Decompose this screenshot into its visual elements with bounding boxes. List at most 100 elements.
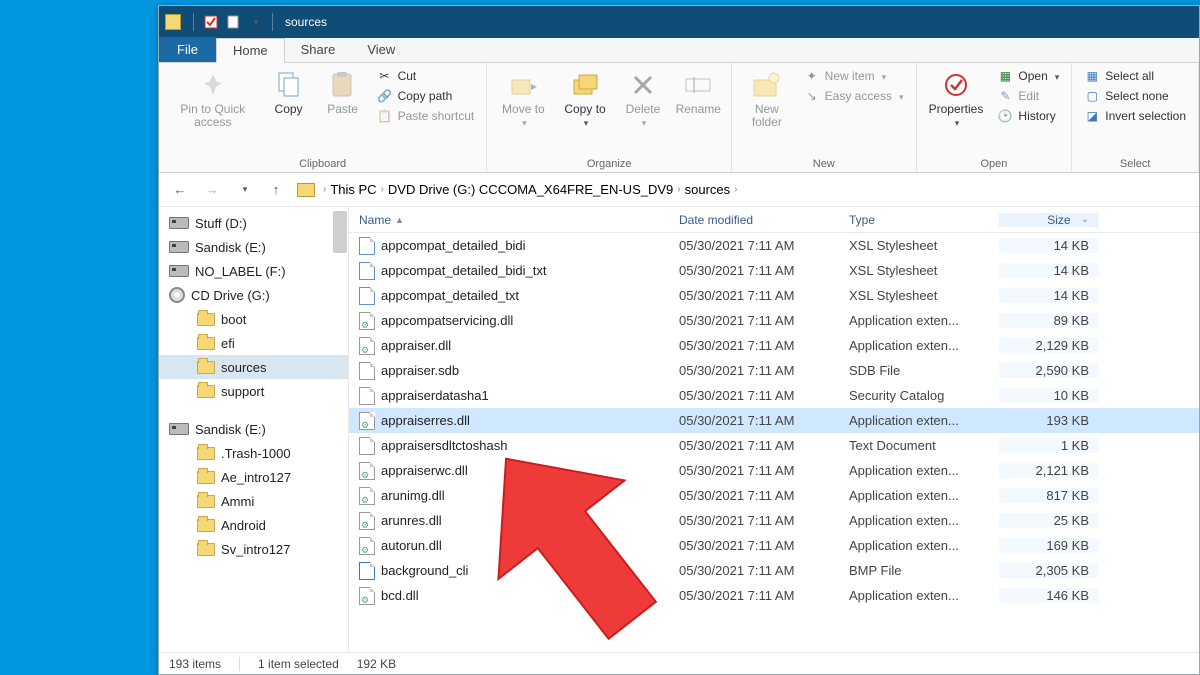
select-none-icon: ▢	[1084, 88, 1100, 104]
file-size: 169 KB	[999, 538, 1099, 553]
nav-item[interactable]: support	[159, 379, 348, 403]
tab-file[interactable]: File	[159, 37, 216, 62]
status-selection-count: 1 item selected	[258, 657, 339, 671]
file-row[interactable]: arunres.dll05/30/2021 7:11 AMApplication…	[349, 508, 1199, 533]
file-icon	[359, 437, 375, 455]
paste-shortcut-button[interactable]: 📋Paste shortcut	[373, 107, 479, 125]
recent-locations-button[interactable]	[233, 179, 255, 201]
up-button[interactable]: ↑	[265, 179, 287, 201]
move-to-button[interactable]: Move to	[495, 67, 551, 131]
col-type[interactable]: Type	[839, 213, 999, 227]
ribbon: Pin to Quick access Copy Paste ✂Cut 🔗Cop…	[159, 63, 1199, 173]
copy-to-button[interactable]: Copy to	[558, 67, 613, 131]
invert-selection-button[interactable]: ◪Invert selection	[1080, 107, 1190, 125]
nav-item[interactable]: NO_LABEL (F:)	[159, 259, 348, 283]
tab-home[interactable]: Home	[216, 38, 285, 63]
easy-access-button[interactable]: ↘Easy access	[800, 87, 908, 105]
file-row[interactable]: appcompat_detailed_bidi_txt05/30/2021 7:…	[349, 258, 1199, 283]
nav-item[interactable]: boot	[159, 307, 348, 331]
select-none-button[interactable]: ▢Select none	[1080, 87, 1190, 105]
qat-checkbox-icon[interactable]	[202, 13, 220, 31]
file-row[interactable]: appraiser.sdb05/30/2021 7:11 AMSDB File2…	[349, 358, 1199, 383]
crumb-root[interactable]: This PC	[330, 182, 376, 197]
back-button[interactable]: ←	[169, 179, 191, 201]
forward-button[interactable]: →	[201, 179, 223, 201]
file-size: 89 KB	[999, 313, 1099, 328]
file-row[interactable]: appraiserres.dll05/30/2021 7:11 AMApplic…	[349, 408, 1199, 433]
col-name[interactable]: Name▲	[349, 213, 669, 227]
title-bar[interactable]: sources	[159, 6, 1199, 38]
file-date: 05/30/2021 7:11 AM	[669, 463, 839, 478]
edit-button[interactable]: ✎Edit	[993, 87, 1063, 105]
new-folder-button[interactable]: New folder	[740, 67, 794, 131]
file-row[interactable]: appcompat_detailed_txt05/30/2021 7:11 AM…	[349, 283, 1199, 308]
file-type: Application exten...	[839, 463, 999, 478]
chevron-down-icon: ⌄	[1081, 214, 1089, 225]
delete-icon	[627, 69, 659, 101]
nav-item[interactable]: Sv_intro127	[159, 537, 348, 561]
qat-page-icon[interactable]	[224, 13, 242, 31]
nav-item[interactable]: .Trash-1000	[159, 441, 348, 465]
file-name: background_cli	[381, 563, 468, 578]
crumb-drive[interactable]: DVD Drive (G:) CCCOMA_X64FRE_EN-US_DV9	[388, 182, 673, 197]
folder-icon	[197, 385, 215, 398]
folder-icon	[197, 313, 215, 326]
new-item-button[interactable]: ✦New item	[800, 67, 908, 85]
file-type: Security Catalog	[839, 388, 999, 403]
properties-icon	[940, 69, 972, 101]
nav-item[interactable]: sources	[159, 355, 348, 379]
nav-item[interactable]: Ae_intro127	[159, 465, 348, 489]
paste-button[interactable]: Paste	[319, 67, 367, 118]
select-all-button[interactable]: ▦Select all	[1080, 67, 1190, 85]
file-row[interactable]: arunimg.dll05/30/2021 7:11 AMApplication…	[349, 483, 1199, 508]
scrollbar-thumb[interactable]	[333, 211, 347, 253]
tab-share[interactable]: Share	[285, 37, 352, 62]
file-name: bcd.dll	[381, 588, 419, 603]
nav-item[interactable]: Android	[159, 513, 348, 537]
file-size: 2,121 KB	[999, 463, 1099, 478]
sort-indicator-icon: ▲	[395, 215, 404, 225]
status-item-count: 193 items	[169, 657, 221, 671]
qat-dropdown-icon[interactable]	[246, 13, 264, 31]
nav-item-label: efi	[221, 336, 235, 351]
address-bar: ← → ↑ › This PC› DVD Drive (G:) CCCOMA_X…	[159, 173, 1199, 207]
nav-item[interactable]: efi	[159, 331, 348, 355]
group-new: New folder ✦New item ↘Easy access New	[732, 63, 917, 172]
open-button[interactable]: ▦Open	[993, 67, 1063, 85]
nav-item[interactable]: Sandisk (E:)	[159, 235, 348, 259]
new-folder-icon	[751, 69, 783, 101]
nav-item[interactable]: Sandisk (E:)	[159, 417, 348, 441]
nav-item[interactable]: Ammi	[159, 489, 348, 513]
file-row[interactable]: autorun.dll05/30/2021 7:11 AMApplication…	[349, 533, 1199, 558]
copy-button[interactable]: Copy	[265, 67, 313, 118]
file-row[interactable]: background_cli05/30/2021 7:11 AMBMP File…	[349, 558, 1199, 583]
copy-path-button[interactable]: 🔗Copy path	[373, 87, 479, 105]
pin-to-quick-access-button[interactable]: Pin to Quick access	[167, 67, 259, 131]
tab-view[interactable]: View	[351, 37, 411, 62]
nav-item[interactable]: Stuff (D:)	[159, 211, 348, 235]
file-row[interactable]: appraisersdltctoshash05/30/2021 7:11 AMT…	[349, 433, 1199, 458]
history-button[interactable]: 🕑History	[993, 107, 1063, 125]
file-type: Application exten...	[839, 488, 999, 503]
group-label: Select	[1080, 156, 1190, 170]
file-row[interactable]: appcompatservicing.dll05/30/2021 7:11 AM…	[349, 308, 1199, 333]
rename-button[interactable]: Rename	[673, 67, 723, 118]
file-row[interactable]: appraiser.dll05/30/2021 7:11 AMApplicati…	[349, 333, 1199, 358]
breadcrumb[interactable]: › This PC› DVD Drive (G:) CCCOMA_X64FRE_…	[297, 182, 737, 197]
properties-button[interactable]: Properties	[925, 67, 988, 131]
cut-button[interactable]: ✂Cut	[373, 67, 479, 85]
file-row[interactable]: appraiserdatasha105/30/2021 7:11 AMSecur…	[349, 383, 1199, 408]
file-type: XSL Stylesheet	[839, 238, 999, 253]
navigation-pane[interactable]: Stuff (D:)Sandisk (E:)NO_LABEL (F:)CD Dr…	[159, 207, 349, 652]
cd-icon	[169, 287, 185, 303]
col-date[interactable]: Date modified	[669, 213, 839, 227]
delete-button[interactable]: Delete	[619, 67, 668, 131]
file-row[interactable]: appcompat_detailed_bidi05/30/2021 7:11 A…	[349, 233, 1199, 258]
col-size[interactable]: Size⌄	[999, 213, 1099, 227]
file-row[interactable]: appraiserwc.dll05/30/2021 7:11 AMApplica…	[349, 458, 1199, 483]
crumb-folder[interactable]: sources	[685, 182, 731, 197]
file-row[interactable]: bcd.dll05/30/2021 7:11 AMApplication ext…	[349, 583, 1199, 608]
nav-item[interactable]: CD Drive (G:)	[159, 283, 348, 307]
group-open: Properties ▦Open ✎Edit 🕑History Open	[917, 63, 1073, 172]
drive-icon	[169, 241, 189, 253]
